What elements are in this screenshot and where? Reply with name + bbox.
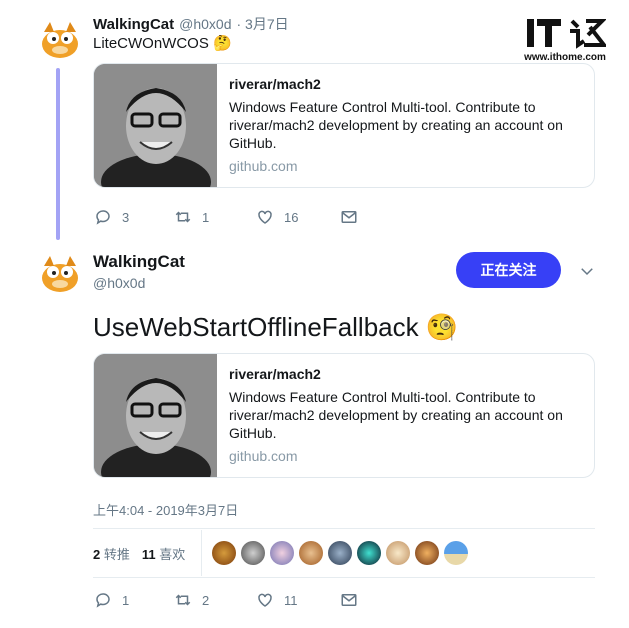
card-title: riverar/mach2 xyxy=(229,76,321,92)
liker-avatar[interactable] xyxy=(444,541,468,565)
ithome-logo xyxy=(522,16,608,50)
like-button[interactable]: 16 xyxy=(256,208,340,226)
tweet-header: WalkingCat @h0x0d · 3月7日 xyxy=(93,14,289,34)
author-handle[interactable]: @h0x0d xyxy=(93,275,145,291)
liker-avatar[interactable] xyxy=(212,541,236,565)
tweet-stats: 2 转推 11 喜欢 xyxy=(93,544,185,563)
liker-avatar[interactable] xyxy=(386,541,410,565)
chevron-down-icon[interactable] xyxy=(578,262,596,285)
retweet-count: 2 xyxy=(202,592,210,608)
liker-avatar[interactable] xyxy=(299,541,323,565)
link-card[interactable]: riverar/mach2 Windows Feature Control Mu… xyxy=(93,353,595,478)
reply-count: 3 xyxy=(122,209,130,225)
liker-avatar[interactable] xyxy=(328,541,352,565)
retweet-button[interactable]: 1 xyxy=(174,208,256,226)
tweet-actions: 1 2 11 xyxy=(94,591,358,609)
dm-icon xyxy=(341,211,357,223)
liker-avatar[interactable] xyxy=(270,541,294,565)
dm-button[interactable] xyxy=(340,591,358,609)
author-name[interactable]: WalkingCat xyxy=(93,16,174,33)
like-count: 11 xyxy=(284,592,298,608)
tweet-actions: 3 1 16 xyxy=(94,208,358,226)
dm-button[interactable] xyxy=(340,208,358,226)
tweet-timestamp[interactable]: 上午4:04 - 2019年3月7日 xyxy=(93,500,238,519)
dm-icon xyxy=(341,594,357,606)
retweet-count: 1 xyxy=(202,209,210,225)
card-description: Windows Feature Control Multi-tool. Cont… xyxy=(229,389,563,441)
thread-line xyxy=(56,68,60,240)
watermark-url: www.ithome.com xyxy=(524,52,606,63)
reply-icon xyxy=(96,210,110,225)
card-thumbnail xyxy=(94,64,217,187)
retweets-stat[interactable]: 2 转推 xyxy=(93,544,130,563)
like-icon xyxy=(258,593,272,607)
stats-separator xyxy=(201,530,202,576)
likes-stat-count: 11 xyxy=(141,547,156,562)
reply-button[interactable]: 1 xyxy=(94,591,174,609)
reply-icon xyxy=(96,593,110,608)
following-button[interactable]: 正在关注 xyxy=(456,252,561,288)
card-thumbnail xyxy=(94,354,217,477)
like-icon xyxy=(258,210,272,224)
liker-avatar[interactable] xyxy=(241,541,265,565)
likes-stat[interactable]: 11 喜欢 xyxy=(142,544,185,563)
tweet-text: UseWebStartOfflineFallback 🧐 xyxy=(93,312,459,342)
tweet-date[interactable]: · 3月7日 xyxy=(236,14,288,34)
tweet-text: LiteCWOnWCOS 🤔 xyxy=(93,35,232,52)
retweets-stat-label: 转推 xyxy=(103,547,130,562)
avatar[interactable] xyxy=(38,252,82,296)
like-count: 16 xyxy=(284,209,299,225)
card-domain: github.com xyxy=(229,448,298,464)
card-title: riverar/mach2 xyxy=(229,366,321,382)
liker-avatar[interactable] xyxy=(415,541,439,565)
retweet-icon xyxy=(175,211,191,223)
reply-count: 1 xyxy=(122,592,130,608)
avatar[interactable] xyxy=(38,18,82,62)
watermark-logo: www.ithome.com xyxy=(522,16,608,63)
retweets-stat-count: 2 xyxy=(93,547,101,562)
retweet-button[interactable]: 2 xyxy=(174,591,256,609)
author-name[interactable]: WalkingCat xyxy=(93,252,185,272)
card-description: Windows Feature Control Multi-tool. Cont… xyxy=(229,99,563,151)
reply-button[interactable]: 3 xyxy=(94,208,174,226)
author-handle[interactable]: @h0x0d xyxy=(179,16,231,32)
liker-avatar[interactable] xyxy=(357,541,381,565)
likes-stat-label: 喜欢 xyxy=(159,547,186,562)
link-card[interactable]: riverar/mach2 Windows Feature Control Mu… xyxy=(93,63,595,188)
divider xyxy=(93,528,595,529)
like-button[interactable]: 11 xyxy=(256,591,340,609)
likers-list xyxy=(212,541,468,565)
retweet-icon xyxy=(175,594,191,606)
divider xyxy=(93,577,595,578)
card-domain: github.com xyxy=(229,158,298,174)
